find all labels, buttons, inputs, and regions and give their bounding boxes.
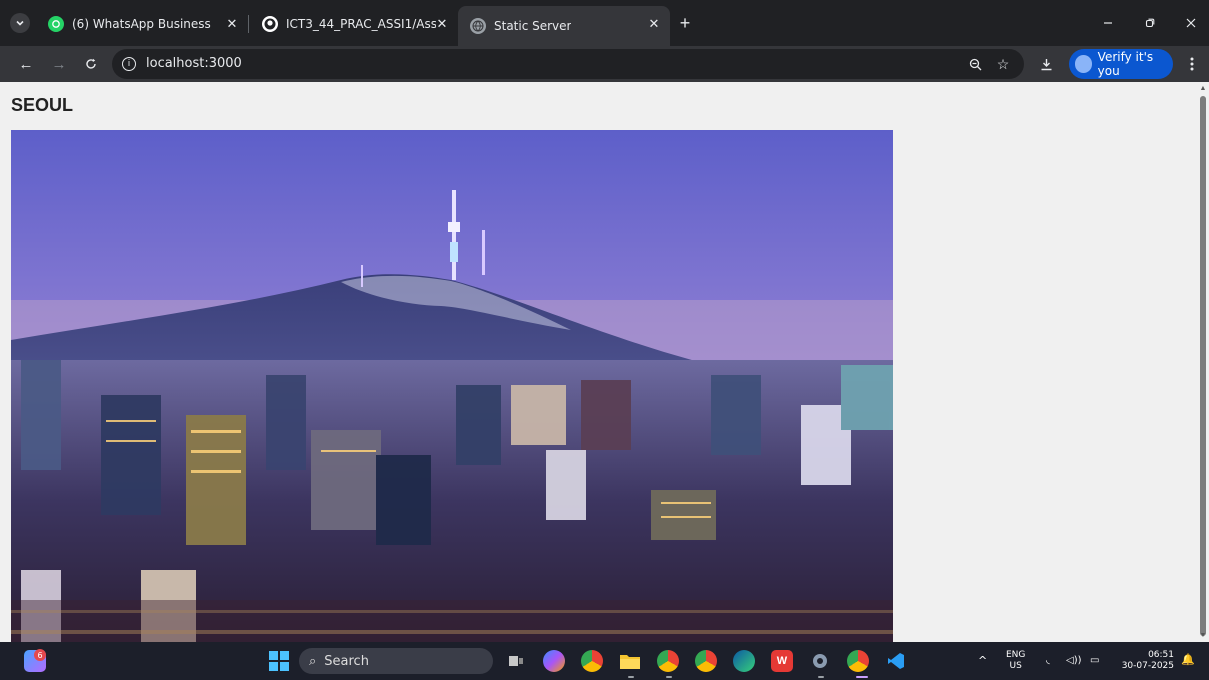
chrome-profile-icon[interactable] <box>657 650 679 672</box>
start-button[interactable] <box>268 650 290 672</box>
forward-button[interactable]: → <box>47 52 71 76</box>
page-title: SEOUL <box>11 95 74 115</box>
scroll-up-icon[interactable]: ▲ <box>1199 84 1207 92</box>
close-window-button[interactable] <box>1180 12 1202 34</box>
volume-icon[interactable]: ◁)) <box>1066 655 1082 666</box>
lang-indicator[interactable]: ENG US <box>1006 650 1025 672</box>
clock[interactable]: 06:51 30-07-2025 <box>1116 650 1174 672</box>
chevron-up-icon[interactable]: ^ <box>978 655 987 666</box>
tab-github[interactable]: ICT3_44_PRAC_ASSI1/Assignme ✕ <box>250 6 458 42</box>
minimize-button[interactable] <box>1097 12 1119 34</box>
github-icon <box>262 16 278 32</box>
close-icon <box>1186 18 1196 28</box>
tab-strip: (6) WhatsApp Business ✕ ICT3_44_PRAC_ASS… <box>0 0 1209 46</box>
arrow-right-icon: → <box>51 55 67 73</box>
running-indicator <box>818 676 824 678</box>
tab-whatsapp[interactable]: (6) WhatsApp Business ✕ <box>36 6 248 42</box>
active-indicator <box>856 676 868 678</box>
restore-icon <box>1145 18 1155 28</box>
edge-icon[interactable] <box>733 650 755 672</box>
reload-button[interactable] <box>79 52 103 76</box>
lang-code: ENG <box>1006 650 1026 660</box>
chrome-active-icon[interactable] <box>847 650 869 672</box>
globe-icon <box>470 18 486 34</box>
address-bar-url: localhost:3000 <box>146 56 242 71</box>
minimize-icon <box>1104 22 1112 24</box>
tab-search-button[interactable] <box>10 13 30 33</box>
clock-date: 30-07-2025 <box>1121 661 1174 671</box>
close-icon[interactable]: ✕ <box>434 16 450 32</box>
close-icon[interactable]: ✕ <box>646 16 662 32</box>
settings-gear-icon[interactable] <box>809 650 831 672</box>
clock-time: 06:51 <box>1148 650 1174 660</box>
vscode-icon[interactable] <box>885 650 907 672</box>
windows-logo-icon <box>269 651 289 671</box>
taskbar-search-label: Search <box>324 653 369 669</box>
taskbar-search[interactable]: ⌕ Search <box>299 648 493 674</box>
wps-office-icon[interactable]: W <box>771 650 793 672</box>
battery-icon[interactable]: ▭ <box>1090 655 1099 666</box>
running-indicator <box>628 676 634 678</box>
seoul-skyline-image <box>11 130 893 642</box>
tab-title: ICT3_44_PRAC_ASSI1/Assignme <box>286 17 436 31</box>
file-explorer-icon[interactable] <box>619 650 641 672</box>
lang-region: US <box>1009 661 1022 671</box>
address-bar[interactable]: i localhost:3000 ☆ <box>112 49 1024 79</box>
reload-icon <box>86 58 96 69</box>
tab-static-server[interactable]: Static Server ✕ <box>458 6 670 46</box>
chevron-down-icon <box>16 20 24 26</box>
wifi-icon[interactable]: ◟ <box>1046 655 1050 666</box>
close-icon[interactable]: ✕ <box>224 16 240 32</box>
tab-separator <box>248 15 249 33</box>
tab-title: (6) WhatsApp Business <box>72 17 211 31</box>
downloads-button[interactable] <box>1034 52 1058 76</box>
notification-bell-icon[interactable]: 🔔 <box>1181 654 1195 665</box>
page-viewport: SEOUL <box>0 82 1197 642</box>
verify-label: Verify it's you <box>1097 50 1154 78</box>
restore-button[interactable] <box>1139 12 1161 34</box>
verify-identity-button[interactable]: Verify it's you <box>1069 49 1173 79</box>
task-view-icon[interactable] <box>505 650 527 672</box>
new-tab-button[interactable]: + <box>674 12 696 34</box>
page-scrollbar[interactable]: ▲ ▼ <box>1197 82 1209 642</box>
scroll-down-icon[interactable]: ▼ <box>1199 631 1207 639</box>
zoom-icon[interactable] <box>966 55 984 73</box>
avatar <box>1075 55 1092 73</box>
copilot-badge: 6 <box>34 649 46 661</box>
browser-toolbar: ← → i localhost:3000 ☆ Verify it's you <box>0 46 1209 82</box>
back-button[interactable]: ← <box>14 52 38 76</box>
whatsapp-icon <box>48 16 64 32</box>
info-icon[interactable]: i <box>122 57 136 71</box>
chrome-icon[interactable] <box>581 650 603 672</box>
running-indicator <box>666 676 672 678</box>
copilot-app-icon[interactable] <box>543 650 565 672</box>
download-icon <box>1041 58 1051 70</box>
chrome-profile-icon[interactable] <box>695 650 717 672</box>
windows-taskbar: ⌕ Search W ^ ENG US ◟ ◁)) ▭ 06:51 30-07-… <box>0 642 1209 680</box>
kebab-menu-icon <box>1190 57 1194 71</box>
scrollbar-thumb[interactable] <box>1200 96 1206 636</box>
plus-icon: + <box>679 12 691 33</box>
search-icon: ⌕ <box>309 653 317 669</box>
browser-menu-button[interactable] <box>1180 52 1204 76</box>
bookmark-star-icon[interactable]: ☆ <box>994 55 1012 73</box>
tab-title: Static Server <box>494 19 572 33</box>
arrow-left-icon: ← <box>18 55 34 73</box>
